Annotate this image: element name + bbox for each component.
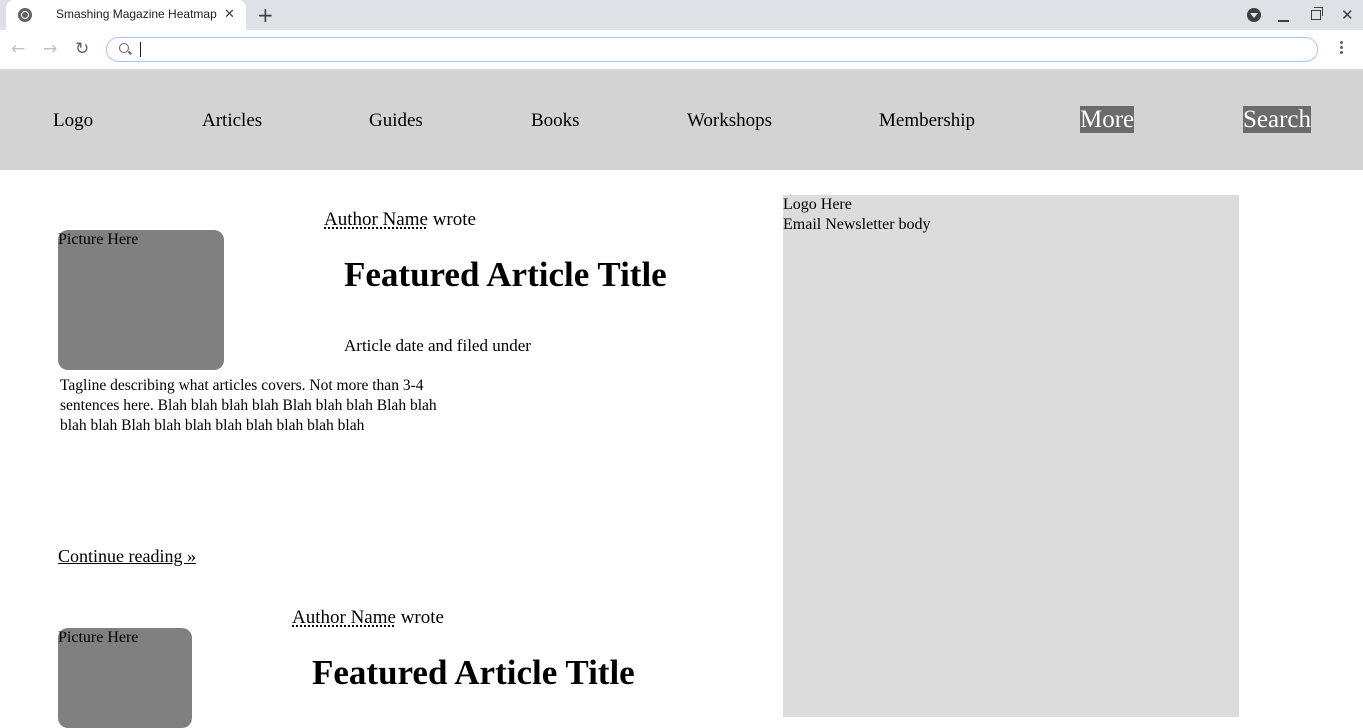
nav-guides[interactable]: Guides <box>369 110 423 132</box>
nav-membership[interactable]: Membership <box>879 110 975 132</box>
tab-title: Smashing Magazine Heatmap <box>56 7 217 21</box>
newsletter-body: Email Newsletter body <box>783 216 931 233</box>
article-picture: Picture Here <box>58 230 224 370</box>
search-icon <box>119 43 129 53</box>
tab-strip: Smashing Magazine Heatmap ✕ + ✕ <box>0 0 1363 30</box>
article-author: Author Name wrote <box>292 607 444 629</box>
nav-books[interactable]: Books <box>531 110 580 132</box>
nav-logo[interactable]: Logo <box>53 110 93 132</box>
address-bar[interactable] <box>106 37 1318 62</box>
article-tagline: Tagline describing what articles covers.… <box>60 377 437 434</box>
author-suffix: wrote <box>427 209 476 230</box>
restore-icon[interactable] <box>1311 7 1323 20</box>
picture-label: Picture Here <box>58 629 139 646</box>
back-arrow-icon[interactable]: ← <box>11 38 25 60</box>
minimize-icon[interactable] <box>1278 20 1289 22</box>
close-tab-icon[interactable]: ✕ <box>224 6 235 24</box>
nav-more-button[interactable]: More <box>1080 106 1135 133</box>
browser-tab[interactable]: Smashing Magazine Heatmap ✕ <box>6 0 246 30</box>
nav-workshops[interactable]: Workshops <box>687 110 772 132</box>
window-close-icon[interactable]: ✕ <box>1341 6 1354 24</box>
newsletter-sidebar: Logo Here Email Newsletter body <box>783 195 1239 717</box>
picture-label: Picture Here <box>58 231 139 248</box>
article-meta: Article date and filed under <box>344 336 531 355</box>
site-navigation: Logo Articles Guides Books Workshops Mem… <box>0 70 1363 170</box>
nav-articles[interactable]: Articles <box>202 110 262 132</box>
article-picture: Picture Here <box>58 628 192 728</box>
author-suffix: wrote <box>395 607 444 628</box>
article-title[interactable]: Featured Article Title <box>312 653 635 693</box>
article-title[interactable]: Featured Article Title <box>344 255 667 295</box>
article-author: Author Name wrote <box>324 209 476 231</box>
browser-toolbar: ← → ↻ <box>0 30 1363 70</box>
reload-icon[interactable]: ↻ <box>75 38 89 60</box>
new-tab-icon[interactable]: + <box>257 4 274 26</box>
sidebar-logo: Logo Here <box>783 196 852 213</box>
text-caret <box>140 42 141 57</box>
author-name-link[interactable]: Author Name <box>292 607 396 628</box>
menu-dots-icon[interactable] <box>1340 41 1344 56</box>
globe-icon <box>18 8 32 22</box>
nav-search-button[interactable]: Search <box>1243 106 1312 133</box>
forward-arrow-icon[interactable]: → <box>43 38 57 60</box>
continue-reading-link[interactable]: Continue reading » <box>58 546 196 567</box>
tab-search-icon[interactable] <box>1247 8 1261 22</box>
author-name-link[interactable]: Author Name <box>324 209 428 230</box>
